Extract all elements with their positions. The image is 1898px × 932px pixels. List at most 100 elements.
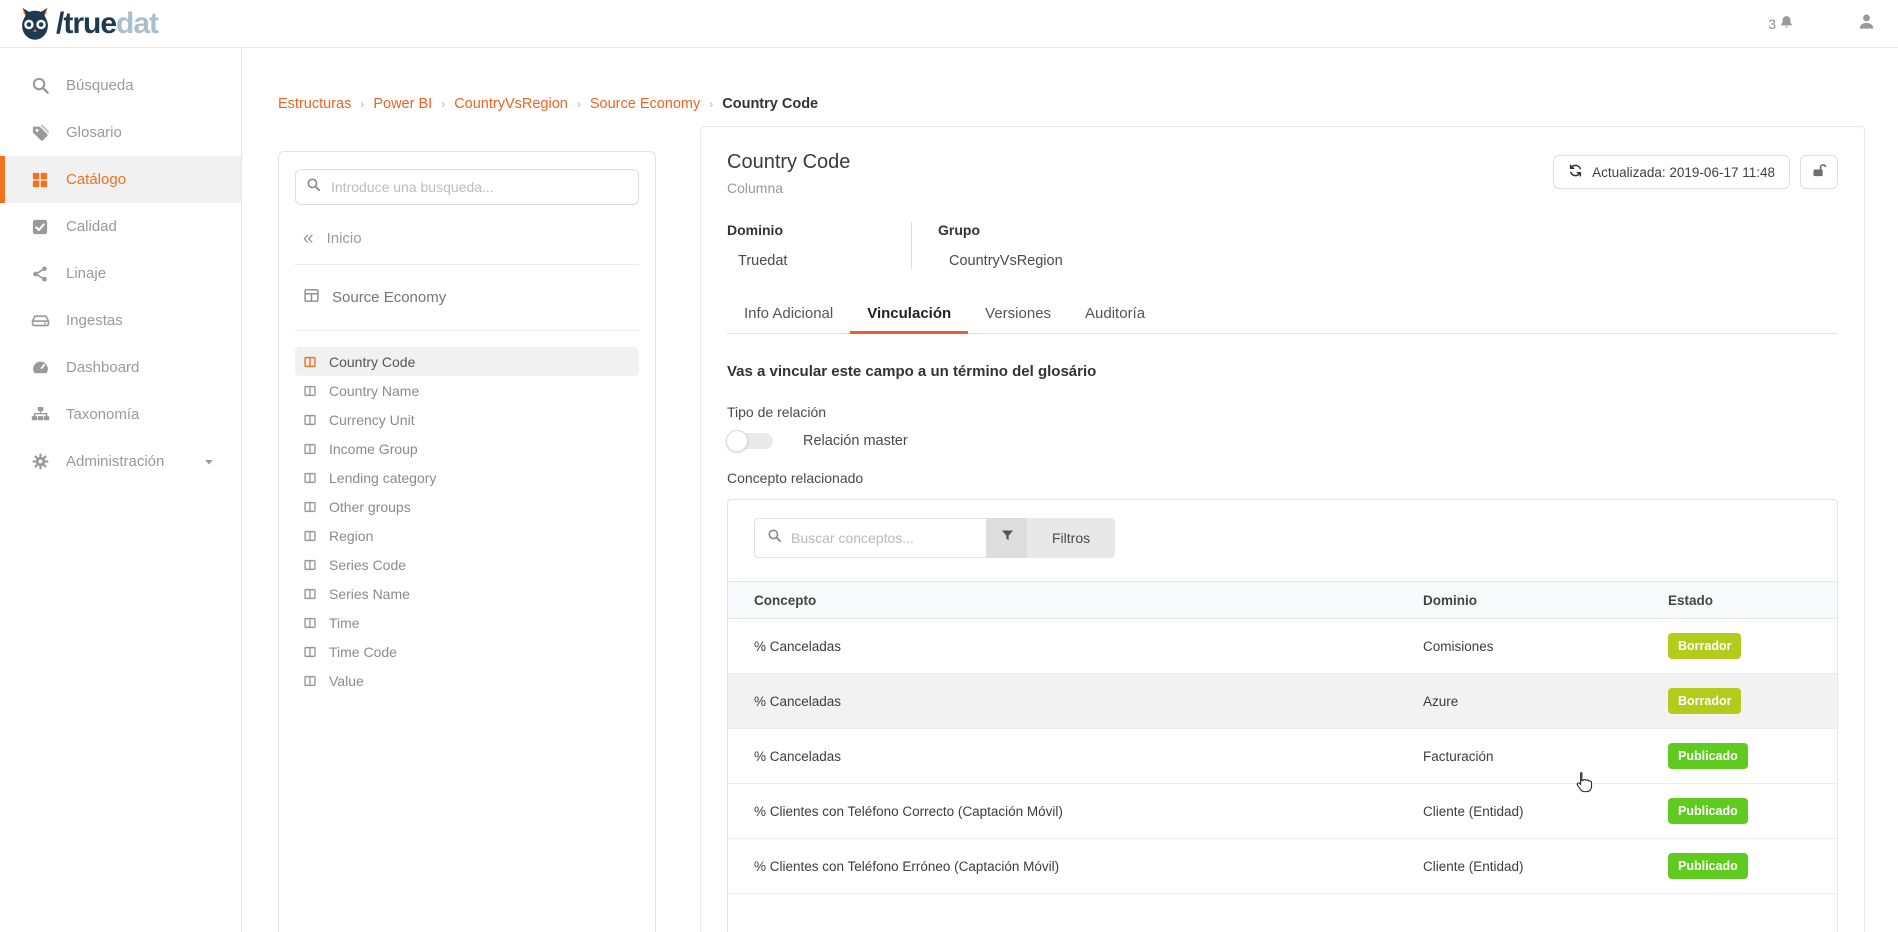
breadcrumb-link[interactable]: Power BI [373, 96, 432, 112]
brand-text: /truedat [56, 9, 158, 39]
updated-button[interactable]: Actualizada: 2019-06-17 11:48 [1553, 155, 1790, 189]
grid-icon [30, 170, 50, 190]
breadcrumb-link[interactable]: CountryVsRegion [454, 96, 568, 112]
page-title: Country Code [727, 151, 850, 174]
concepts-table: Concepto Dominio Estado % Canceladas Com… [728, 581, 1837, 894]
sidebar-item-taxonomia[interactable]: Taxonomía [0, 391, 241, 438]
related-concept-label: Concepto relacionado [727, 470, 1838, 486]
status-badge: Publicado [1668, 743, 1748, 769]
detail-panel: Country Code Columna Actualizada: 201 [700, 126, 1865, 932]
tree-search-box[interactable] [295, 169, 639, 205]
status-badge: Publicado [1668, 853, 1748, 879]
tree-item-column[interactable]: Region [295, 521, 639, 550]
relation-master-toggle[interactable] [727, 433, 773, 449]
funnel-icon [1000, 528, 1015, 548]
concept-search-box[interactable] [754, 518, 987, 558]
toggle-knob [726, 430, 748, 452]
search-icon [767, 528, 782, 548]
cell-concepto: % Canceladas [754, 749, 1423, 764]
tree-item-column[interactable]: Series Code [295, 550, 639, 579]
check-square-icon [30, 217, 50, 237]
gear-icon [30, 452, 50, 472]
sidebar-item-glosario[interactable]: Glosario [0, 109, 241, 156]
tree-item-column[interactable]: Income Group [295, 434, 639, 463]
truedat-logo[interactable]: /truedat [16, 5, 158, 43]
search-icon [30, 76, 50, 96]
divider [295, 330, 639, 331]
status-badge: Borrador [1668, 633, 1741, 659]
tree-item-column[interactable]: Value [295, 666, 639, 695]
sidebar: Búsqueda Glosario Catálogo Calidad Linaj… [0, 48, 242, 932]
double-chevron-left-icon: « [303, 229, 314, 248]
sidebar-item-dashboard[interactable]: Dashboard [0, 344, 241, 391]
notifications-button[interactable]: 3 [1768, 14, 1795, 34]
tab-auditoria[interactable]: Auditoría [1068, 295, 1162, 333]
link-section-heading: Vas a vincular este campo a un término d… [727, 363, 1838, 380]
breadcrumb-link[interactable]: Source Economy [590, 96, 700, 112]
tree-parent-source-economy[interactable]: Source Economy [295, 281, 639, 314]
user-menu-button[interactable] [1857, 12, 1876, 36]
tree-search-input[interactable] [331, 179, 628, 195]
concept-search-input[interactable] [791, 530, 974, 546]
tree-back-link[interactable]: « Inicio [303, 229, 639, 248]
column-header-dominio: Dominio [1423, 593, 1668, 608]
page-subtitle: Columna [727, 180, 850, 196]
tree-item-column[interactable]: Time [295, 608, 639, 637]
cell-dominio: Cliente (Entidad) [1423, 859, 1668, 874]
table-row[interactable]: % Clientes con Teléfono Correcto (Captac… [728, 784, 1837, 839]
sidebar-item-administracion[interactable]: Administración [0, 438, 241, 485]
table-row[interactable]: % Canceladas Comisiones Borrador [728, 619, 1837, 674]
filters-button[interactable]: Filtros [1027, 518, 1115, 558]
tree-item-column[interactable]: Country Name [295, 376, 639, 405]
table-icon [303, 287, 332, 308]
refresh-icon [1568, 163, 1583, 181]
search-icon [306, 177, 321, 197]
sidebar-item-calidad[interactable]: Calidad [0, 203, 241, 250]
meta-value-dominio: Truedat [727, 253, 885, 269]
bell-icon [1776, 14, 1795, 34]
tree-item-column[interactable]: Lending category [295, 463, 639, 492]
sidebar-item-ingestas[interactable]: Ingestas [0, 297, 241, 344]
gauge-icon [30, 358, 50, 378]
meta-section: Dominio Truedat Grupo CountryVsRegion [727, 222, 1838, 269]
breadcrumb-link[interactable]: Estructuras [278, 96, 351, 112]
chevron-down-icon [203, 456, 215, 468]
cell-dominio: Facturación [1423, 749, 1668, 764]
column-list: Country Code Country Name Currency Unit … [295, 347, 639, 695]
tab-vinculacion[interactable]: Vinculación [850, 295, 968, 333]
cell-dominio: Comisiones [1423, 639, 1668, 654]
tab-info-adicional[interactable]: Info Adicional [727, 295, 850, 333]
concepts-panel: Filtros Concepto Dominio Estado % Cancel… [727, 499, 1838, 932]
column-header-concepto: Concepto [754, 593, 1423, 608]
tree-item-column[interactable]: Series Name [295, 579, 639, 608]
tree-item-column[interactable]: Other groups [295, 492, 639, 521]
breadcrumb: Estructuras› Power BI› CountryVsRegion› … [278, 96, 1898, 112]
tab-versiones[interactable]: Versiones [968, 295, 1068, 333]
relation-master-label: Relación master [803, 433, 908, 449]
table-header-row: Concepto Dominio Estado [728, 581, 1837, 619]
sidebar-item-linaje[interactable]: Linaje [0, 250, 241, 297]
unlock-button[interactable] [1800, 155, 1838, 189]
cell-dominio: Cliente (Entidad) [1423, 804, 1668, 819]
column-header-estado: Estado [1668, 593, 1811, 608]
main-area: Estructuras› Power BI› CountryVsRegion› … [242, 48, 1898, 932]
sidebar-item-busqueda[interactable]: Búsqueda [0, 62, 241, 109]
cell-concepto: % Canceladas [754, 639, 1423, 654]
table-row[interactable]: % Canceladas Facturación Publicado [728, 729, 1837, 784]
cell-concepto: % Clientes con Teléfono Erróneo (Captaci… [754, 859, 1423, 874]
tags-icon [30, 123, 50, 143]
tree-item-column[interactable]: Time Code [295, 637, 639, 666]
unlock-icon [1811, 162, 1828, 182]
meta-label-dominio: Dominio [727, 222, 885, 238]
breadcrumb-current: Country Code [722, 96, 818, 112]
detail-tabs: Info Adicional Vinculación Versiones Aud… [727, 295, 1838, 334]
cell-dominio: Azure [1423, 694, 1668, 709]
cell-concepto: % Canceladas [754, 694, 1423, 709]
owl-logo-icon [16, 5, 54, 43]
table-row[interactable]: % Canceladas Azure Borrador [728, 674, 1837, 729]
filter-icon-button[interactable] [987, 518, 1027, 558]
tree-item-column[interactable]: Currency Unit [295, 405, 639, 434]
tree-item-column[interactable]: Country Code [295, 347, 639, 376]
table-row[interactable]: % Clientes con Teléfono Erróneo (Captaci… [728, 839, 1837, 894]
sidebar-item-catalogo[interactable]: Catálogo [0, 156, 241, 203]
